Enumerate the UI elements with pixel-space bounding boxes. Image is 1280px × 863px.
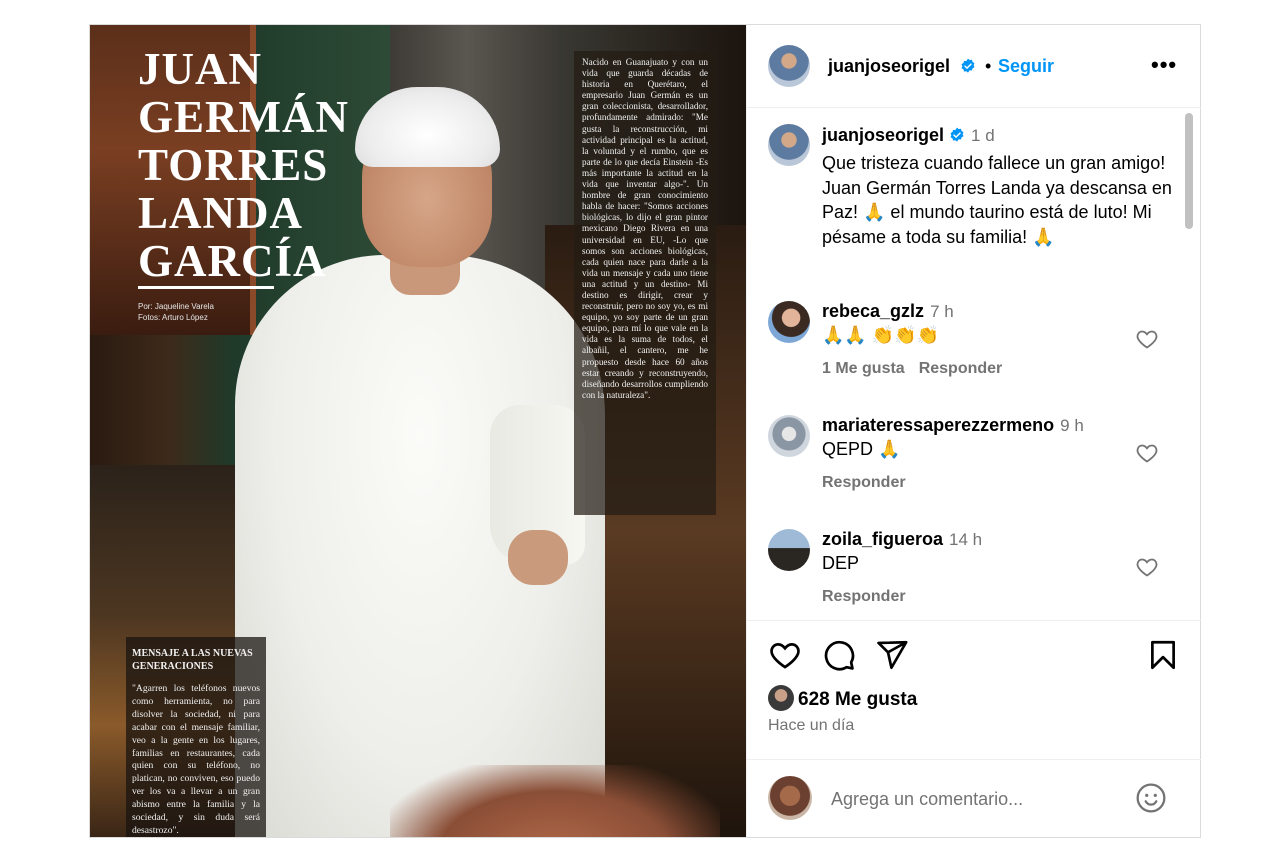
heart-icon[interactable]: [768, 638, 802, 672]
caption-time: 1 d: [971, 126, 995, 145]
follow-button[interactable]: Seguir: [998, 56, 1054, 77]
comment-text: DEP: [822, 553, 860, 573]
author-username[interactable]: juanjoseorigel: [828, 56, 976, 77]
title-underline: [138, 286, 274, 289]
commenter-username[interactable]: zoila_figueroa: [822, 529, 943, 549]
emoji-icon[interactable]: [1135, 782, 1167, 814]
comment-heart-icon[interactable]: [1135, 441, 1159, 465]
comment-input[interactable]: [829, 786, 1123, 812]
commenter-avatar[interactable]: [768, 529, 810, 571]
commenter-username[interactable]: mariateressaperezzermeno: [822, 415, 1054, 435]
comments-list[interactable]: juanjoseorigel 1 d Que tristeza cuando f…: [747, 108, 1201, 621]
commenter-avatar[interactable]: [768, 301, 810, 343]
reply-button[interactable]: Responder: [919, 360, 1003, 377]
reply-button[interactable]: Responder: [822, 474, 906, 491]
message-text: "Agarren los teléfonos nuevos como herra…: [132, 683, 260, 836]
author-avatar[interactable]: [768, 45, 810, 87]
comment-heart-icon[interactable]: [1135, 327, 1159, 351]
post-date: Hace un día: [768, 717, 855, 734]
comment-time: 9 h: [1060, 416, 1084, 435]
scrollbar-thumb[interactable]: [1185, 113, 1193, 229]
action-bar: 628 Me gusta Hace un día: [747, 621, 1201, 781]
comment-item: rebeca_gzlz 7 h 🙏🙏 👏👏👏 1 Me gusta Responde…: [747, 301, 1201, 415]
liker-avatar: [768, 685, 794, 711]
comment-time: 14 h: [949, 530, 983, 549]
comment-text: 🙏🙏 👏👏👏: [822, 325, 940, 345]
comment-header: zoila_figueroa 14 h: [822, 529, 982, 550]
magazine-credits: Por: Jaqueline Varela Fotos: Arturo Lópe…: [138, 301, 214, 323]
post-header: juanjoseorigel • Seguir •••: [747, 25, 1201, 108]
author-username-text[interactable]: juanjoseorigel: [828, 56, 950, 76]
message-heading: MENSAJE A LAS NUEVAS GENERACIONES: [132, 648, 253, 672]
header-separator: •: [985, 56, 992, 76]
reply-button[interactable]: Responder: [822, 588, 906, 605]
post-image[interactable]: JUAN GERMÁN TORRES LANDA GARCÍA Por: Jaq…: [90, 25, 746, 837]
comment-time: 7 h: [930, 302, 954, 321]
comment-header: rebeca_gzlz 7 h: [822, 301, 954, 322]
credit-photos: Fotos: Arturo López: [138, 313, 208, 322]
bookmark-icon[interactable]: [1146, 638, 1180, 672]
caption-header: juanjoseorigel 1 d: [822, 125, 995, 146]
comment-icon[interactable]: [822, 638, 856, 672]
comment-header: mariateressaperezzermeno 9 h: [822, 415, 1084, 436]
current-user-avatar: [768, 776, 812, 820]
comment-item: mariateressaperezzermeno 9 h QEPD 🙏 Respo…: [747, 415, 1201, 529]
post-sidebar: juanjoseorigel • Seguir ••• juanjoseorig…: [746, 25, 1201, 837]
comment-text: QEPD 🙏: [822, 439, 901, 459]
comment-actions: Responder: [822, 588, 920, 606]
message-panel: MENSAJE A LAS NUEVAS GENERACIONES "Agarr…: [126, 637, 266, 837]
commenter-avatar[interactable]: [768, 415, 810, 457]
article-text: Nacido en Guanajuato y con un vida que g…: [582, 57, 708, 400]
credit-author: Por: Jaqueline Varela: [138, 302, 214, 311]
comment-composer: [747, 759, 1201, 837]
comment-heart-icon[interactable]: [1135, 555, 1159, 579]
caption-avatar[interactable]: [768, 124, 810, 166]
verified-badge-icon: [961, 58, 975, 73]
share-icon[interactable]: [875, 638, 909, 672]
foreground-blur: [390, 765, 720, 837]
comment-actions: Responder: [822, 474, 920, 492]
caption-username[interactable]: juanjoseorigel: [822, 125, 944, 145]
article-text-panel: Nacido en Guanajuato y con un vida que g…: [574, 51, 716, 515]
magazine-title: JUAN GERMÁN TORRES LANDA GARCÍA: [138, 44, 349, 286]
likes-summary[interactable]: 628 Me gusta: [768, 685, 917, 711]
comment-actions: 1 Me gusta Responder: [822, 360, 1016, 378]
more-icon[interactable]: •••: [1151, 52, 1177, 78]
commenter-username[interactable]: rebeca_gzlz: [822, 301, 924, 321]
caption-text: Que tristeza cuando fallece un gran amig…: [822, 153, 1172, 247]
instagram-post: JUAN GERMÁN TORRES LANDA GARCÍA Por: Jaq…: [89, 24, 1201, 838]
likes-count[interactable]: 628 Me gusta: [798, 689, 917, 710]
comment-item: zoila_figueroa 14 h DEP Responder: [747, 529, 1201, 620]
man-hand: [508, 530, 568, 585]
verified-badge-icon: [950, 127, 964, 142]
comment-likes-button[interactable]: 1 Me gusta: [822, 360, 905, 377]
